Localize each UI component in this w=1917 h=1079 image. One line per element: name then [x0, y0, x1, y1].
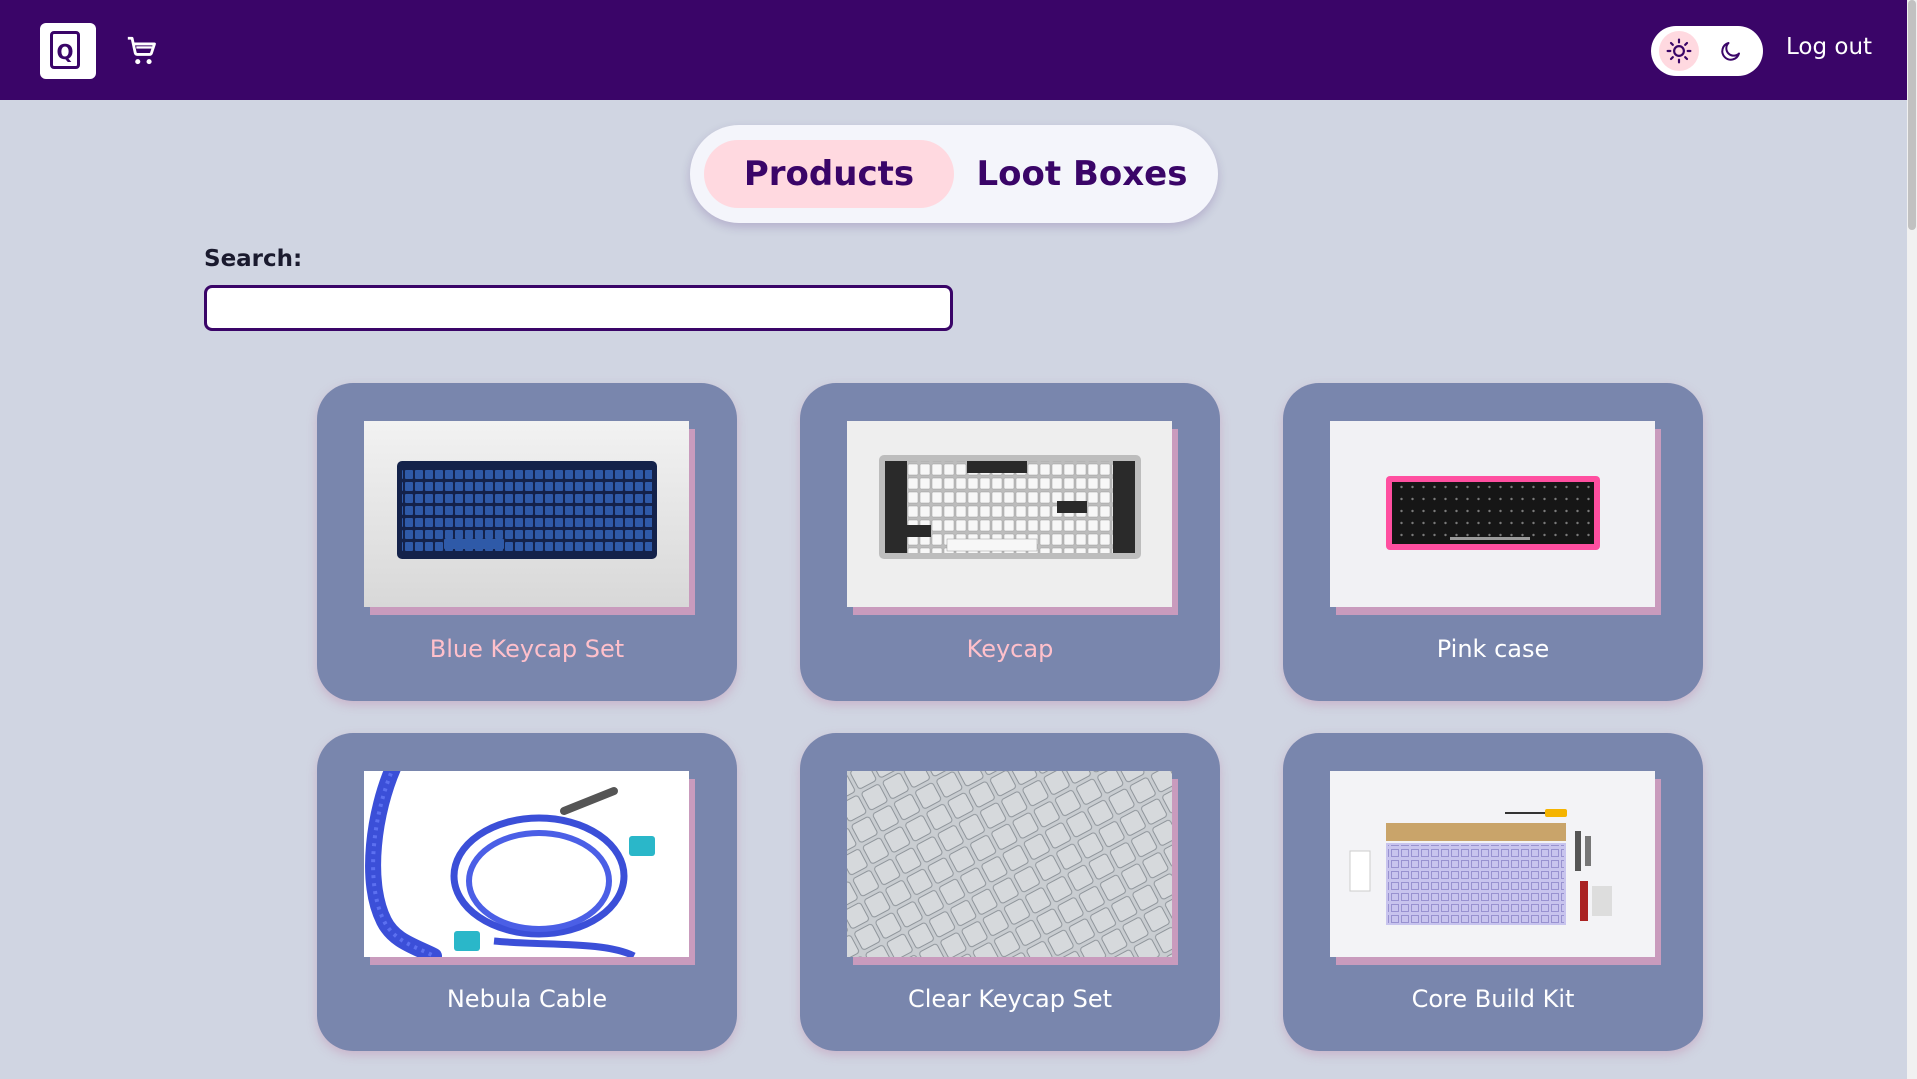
product-name: Keycap [966, 635, 1054, 663]
product-image-frame [847, 771, 1178, 965]
tab-products[interactable]: Products [704, 140, 954, 208]
logo[interactable]: Q [40, 23, 96, 79]
product-image-frame [364, 421, 695, 615]
tab-switcher: Products Loot Boxes [690, 125, 1218, 223]
theme-toggle[interactable] [1651, 26, 1763, 76]
product-card[interactable]: Pink case [1283, 383, 1703, 701]
product-card[interactable]: Clear Keycap Set [800, 733, 1220, 1051]
product-name: Nebula Cable [446, 985, 608, 1013]
product-image-pink-case-keyboard [1330, 421, 1655, 607]
product-name: Core Build Kit [1411, 985, 1575, 1013]
scrollbar-thumb[interactable] [1908, 0, 1916, 230]
product-card[interactable]: Nebula Cable [317, 733, 737, 1051]
product-image-frame [1330, 421, 1661, 615]
tab-loot-boxes[interactable]: Loot Boxes [960, 140, 1204, 208]
logout-button[interactable]: Log out [1786, 34, 1872, 60]
search-label: Search: [204, 246, 303, 272]
product-name: Clear Keycap Set [907, 985, 1113, 1013]
top-navbar: Q Log out [0, 0, 1907, 100]
product-card[interactable]: Core Build Kit [1283, 733, 1703, 1051]
product-image-blue-keyboard [364, 421, 689, 607]
product-card[interactable]: Keycap [800, 383, 1220, 701]
product-image-frame [364, 771, 695, 965]
sun-icon[interactable] [1659, 31, 1699, 71]
product-image-build-kit [1330, 771, 1655, 957]
product-name: Pink case [1436, 635, 1550, 663]
page-scrollbar[interactable] [1907, 0, 1917, 1079]
logo-letter: Q [50, 31, 80, 69]
search-input[interactable] [204, 285, 953, 331]
product-image-white-black-keyboard [847, 421, 1172, 607]
product-image-coiled-cable [364, 771, 689, 957]
product-image-frame [847, 421, 1178, 615]
product-image-clear-keycaps [847, 771, 1172, 957]
moon-icon[interactable] [1711, 31, 1751, 71]
product-image-frame [1330, 771, 1661, 965]
product-card[interactable]: Blue Keycap Set [317, 383, 737, 701]
cart-icon[interactable] [124, 34, 160, 68]
product-name: Blue Keycap Set [429, 635, 625, 663]
